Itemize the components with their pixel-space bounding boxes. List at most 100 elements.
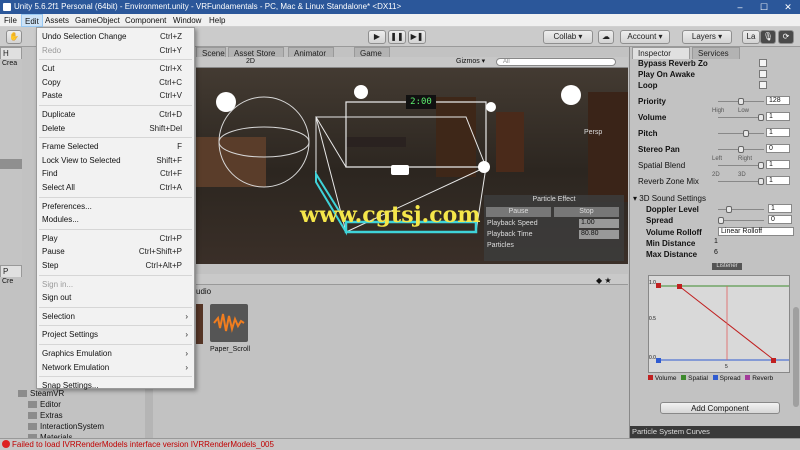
inspector-label: Min Distance	[646, 238, 696, 248]
add-component-button[interactable]: Add Component	[660, 402, 780, 414]
slider-knob[interactable]	[742, 130, 749, 137]
menu-item-sign-out[interactable]: Sign out	[37, 291, 194, 304]
value-field[interactable]: 1	[766, 112, 790, 121]
slider-track[interactable]	[718, 98, 764, 105]
slider-track[interactable]	[718, 178, 764, 185]
slider-track[interactable]	[718, 162, 764, 169]
project-create[interactable]: Cre	[2, 278, 13, 285]
slider-knob[interactable]	[738, 98, 744, 105]
menu-item-cut[interactable]: Cut Ctrl+X	[37, 62, 194, 75]
sound-settings-header[interactable]: ▾ 3D Sound Settings	[633, 194, 706, 203]
menu-item-duplicate[interactable]: Duplicate Ctrl+D	[37, 108, 194, 121]
menu-edit[interactable]: Edit	[21, 14, 43, 27]
menu-item-modules[interactable]: Modules...	[37, 213, 194, 226]
play-button[interactable]: ▶	[368, 30, 386, 44]
cloud-icon[interactable]: ☁	[598, 30, 614, 44]
layout-dropdown[interactable]: La	[742, 30, 760, 44]
particle-pause-button[interactable]: Pause	[486, 207, 551, 217]
inspector-scrollbar[interactable]	[793, 307, 799, 407]
scene-search-input[interactable]: All	[496, 58, 616, 66]
scene-view[interactable]: 2:00 Persp Particle Effect Pause Stop Pl…	[196, 57, 628, 264]
slider-track[interactable]	[718, 130, 764, 137]
2d-toggle[interactable]: 2D	[246, 57, 255, 67]
hierarchy-create[interactable]: Crea	[2, 60, 17, 67]
menu-item-paste[interactable]: Paste Ctrl+V	[37, 89, 194, 102]
tree-item-editor[interactable]: Editor	[28, 399, 61, 410]
maximize-icon[interactable]: ☐	[752, 0, 776, 14]
audio-clip-thumb[interactable]	[210, 304, 248, 342]
slider-knob[interactable]	[738, 146, 744, 153]
playback-time-value[interactable]: 80.80	[579, 230, 619, 239]
menu-item-delete[interactable]: Delete Shift+Del	[37, 122, 194, 135]
value-field[interactable]: 1	[768, 204, 792, 213]
rolloff-curve-graph[interactable]: 1.0 0.5 0.0 5	[648, 275, 790, 373]
tab-hierarchy[interactable]: H	[0, 47, 22, 59]
tree-item-interactionsystem[interactable]: InteractionSystem	[28, 421, 104, 432]
menu-item-label: Delete	[42, 123, 66, 133]
tab-project[interactable]: P	[0, 265, 22, 277]
status-bar[interactable]: Failed to load IVRRenderModels interface…	[0, 438, 800, 450]
menu-component[interactable]: Component	[122, 14, 169, 27]
collab-dropdown[interactable]: Collab ▾	[543, 30, 593, 44]
menu-item-graphics-emulation[interactable]: Graphics Emulation ›	[37, 347, 194, 360]
menu-item-frame-selected[interactable]: Frame Selected F	[37, 140, 194, 153]
slider-knob[interactable]	[718, 217, 724, 225]
persp-label[interactable]: Persp	[584, 129, 602, 136]
close-icon[interactable]: ✕	[776, 0, 800, 14]
slider-track[interactable]	[718, 206, 764, 213]
value-field[interactable]: 128	[766, 96, 790, 105]
value-field[interactable]: 0	[768, 215, 792, 225]
pause-button[interactable]: ❚❚	[388, 30, 406, 44]
menu-item-network-emulation[interactable]: Network Emulation ›	[37, 361, 194, 374]
checkbox[interactable]	[759, 59, 767, 67]
account-dropdown[interactable]: Account ▾	[620, 30, 670, 44]
menu-item-step[interactable]: Step Ctrl+Alt+P	[37, 259, 194, 272]
menu-item-play[interactable]: Play Ctrl+P	[37, 232, 194, 245]
menu-item-selection[interactable]: Selection ›	[37, 310, 194, 323]
slider-knob[interactable]	[758, 178, 764, 185]
menu-assets[interactable]: Assets	[42, 14, 72, 27]
slider-track[interactable]	[718, 146, 764, 153]
menu-item-snap-settings[interactable]: Snap Settings...	[37, 379, 194, 392]
slider-track[interactable]	[718, 217, 764, 225]
menu-gameobject[interactable]: GameObject	[72, 14, 123, 27]
step-button[interactable]: ▶❚	[408, 30, 426, 44]
checkbox[interactable]	[759, 70, 767, 78]
menu-separator	[39, 105, 192, 106]
menu-help[interactable]: Help	[206, 14, 228, 27]
menu-item-copy[interactable]: Copy Ctrl+C	[37, 76, 194, 89]
slider-knob[interactable]	[758, 162, 764, 169]
refresh-icon[interactable]: ⟳	[778, 30, 794, 44]
value-field[interactable]: 1	[766, 128, 790, 137]
microphone-icon[interactable]: 🎙	[760, 30, 776, 44]
tree-item-extras[interactable]: Extras	[28, 410, 63, 421]
checkbox[interactable]	[759, 81, 767, 89]
value-field[interactable]: 1	[766, 160, 790, 169]
menu-item-preferences[interactable]: Preferences...	[37, 200, 194, 213]
menu-item-find[interactable]: Find Ctrl+F	[37, 167, 194, 180]
project-header-icons[interactable]: ◆ ★	[596, 276, 612, 285]
value-field[interactable]: 0	[766, 144, 790, 153]
hierarchy-selected-row[interactable]	[0, 159, 22, 169]
menu-item-select-all[interactable]: Select All Ctrl+A	[37, 181, 194, 194]
minimize-icon[interactable]: –	[728, 0, 752, 14]
menu-window[interactable]: Window	[170, 14, 204, 27]
value-field[interactable]: 1	[766, 176, 790, 185]
hand-tool-button[interactable]: ✋	[6, 30, 22, 44]
value-field[interactable]: 1	[712, 238, 794, 247]
slider-knob[interactable]	[758, 114, 764, 121]
value-field[interactable]: Linear Rolloff	[718, 226, 794, 236]
menu-item-pause[interactable]: Pause Ctrl+Shift+P	[37, 245, 194, 258]
gizmos-dropdown[interactable]: Gizmos ▾	[456, 57, 485, 67]
slider-track[interactable]	[718, 114, 764, 121]
menu-item-undo-selection-change[interactable]: Undo Selection Change Ctrl+Z	[37, 30, 194, 43]
menu-file[interactable]: File	[1, 14, 20, 27]
slider-knob[interactable]	[726, 206, 732, 213]
particle-stop-button[interactable]: Stop	[554, 207, 619, 217]
playback-speed-value[interactable]: 1.00	[579, 219, 619, 228]
menu-item-lock-view-to-selected[interactable]: Lock View to Selected Shift+F	[37, 154, 194, 167]
layers-dropdown[interactable]: Layers ▾	[682, 30, 732, 44]
value-field[interactable]: 6	[712, 249, 794, 258]
menu-item-project-settings[interactable]: Project Settings ›	[37, 328, 194, 341]
submenu-arrow-icon: ›	[185, 362, 188, 372]
